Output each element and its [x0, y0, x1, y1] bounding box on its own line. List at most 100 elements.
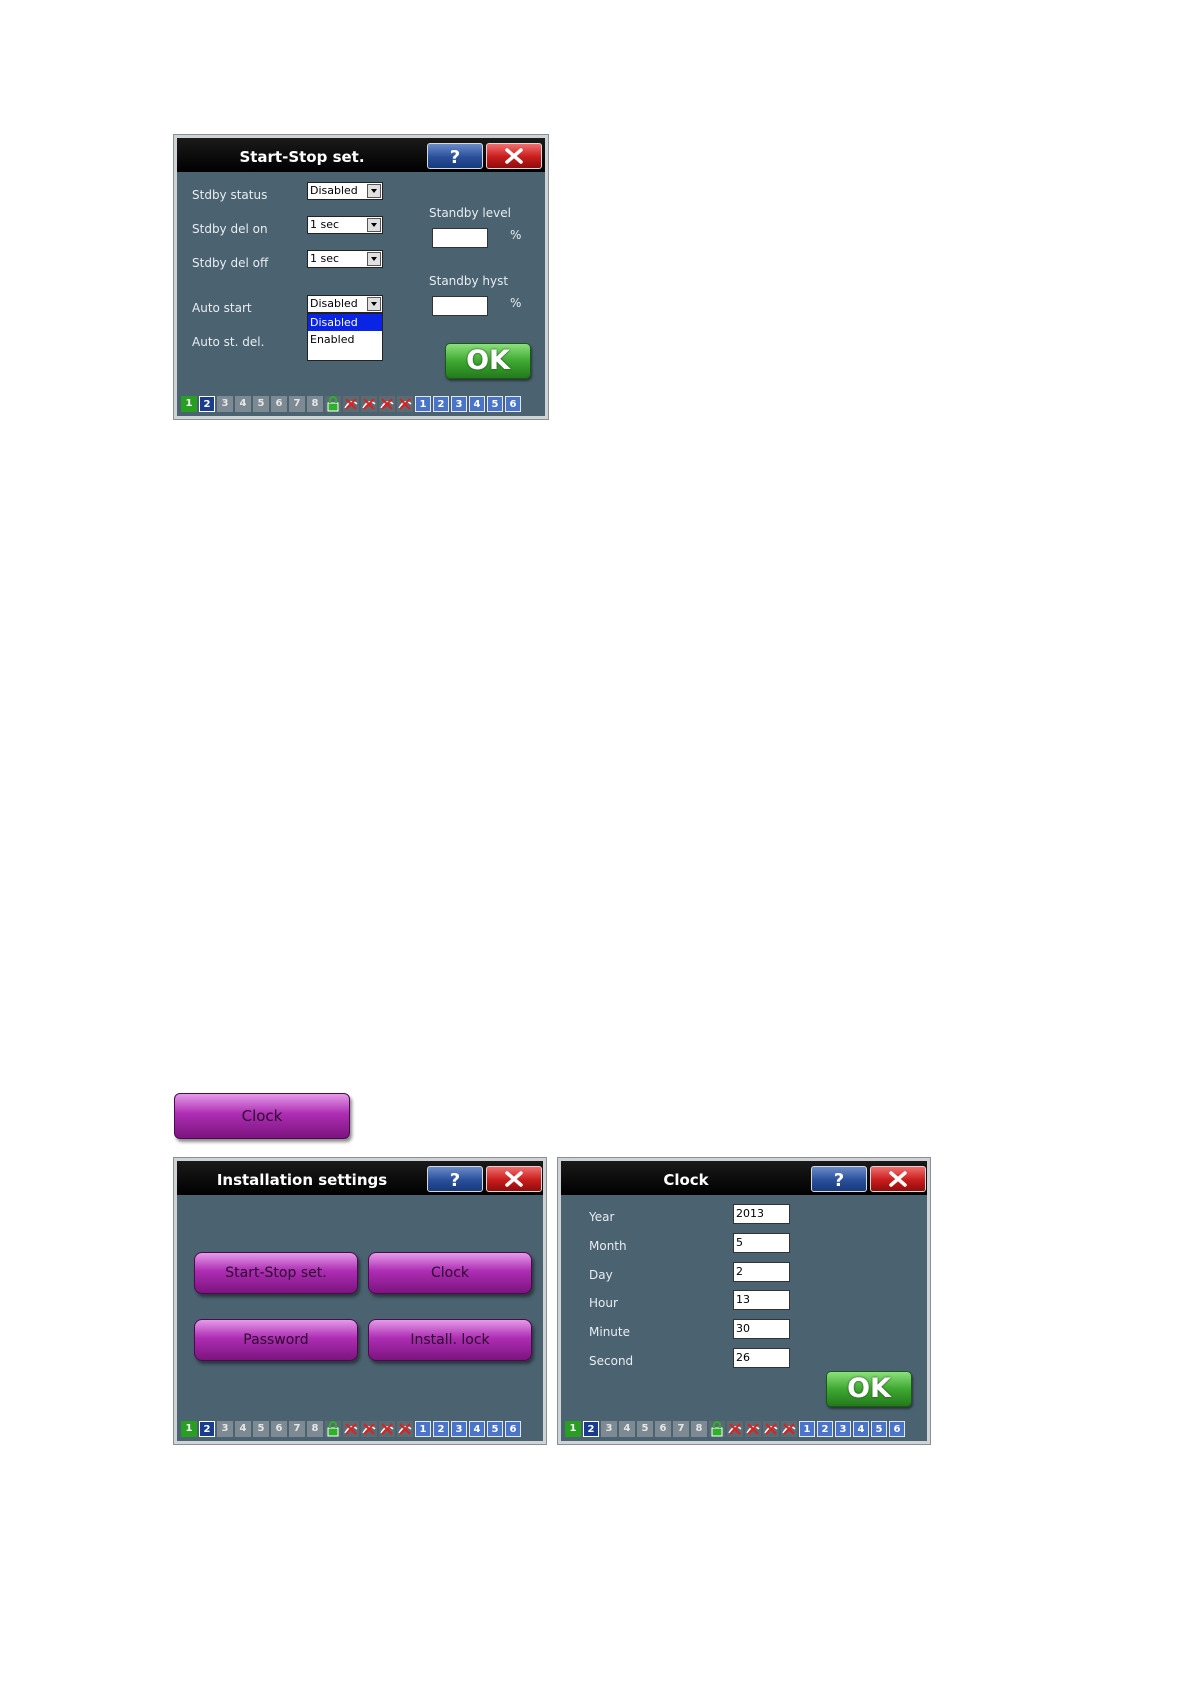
close-x-icon: [505, 1171, 523, 1187]
question-mark-icon: ?: [450, 1170, 460, 1191]
crossed-wire-icon: [781, 1421, 797, 1437]
status-indicator: 1: [799, 1421, 815, 1437]
window-title: Clock: [663, 1171, 709, 1189]
year-input[interactable]: 2013: [733, 1204, 790, 1224]
status-indicator: 7: [289, 396, 305, 412]
status-indicator: 1: [181, 1421, 197, 1437]
month-label: Month: [589, 1239, 627, 1253]
status-indicator: 8: [691, 1421, 707, 1437]
crossed-wire-icon: [379, 396, 395, 412]
help-button[interactable]: ?: [427, 1166, 483, 1192]
status-indicator: 8: [307, 1421, 323, 1437]
status-indicator: 5: [871, 1421, 887, 1437]
status-indicator: 6: [505, 396, 521, 412]
standby-level-label: Standby level: [429, 206, 511, 220]
clock-menu-button[interactable]: Clock: [174, 1093, 350, 1139]
clock-button[interactable]: Clock: [368, 1252, 532, 1294]
chevron-down-icon[interactable]: [367, 184, 381, 198]
status-indicator: 6: [889, 1421, 905, 1437]
stdby-status-label: Stdby status: [192, 188, 268, 202]
question-mark-icon: ?: [450, 147, 460, 168]
svg-text:?: ?: [834, 1170, 844, 1191]
status-indicator: 4: [853, 1421, 869, 1437]
help-button[interactable]: ?: [811, 1166, 867, 1192]
stdby-del-on-label: Stdby del on: [192, 222, 268, 236]
status-indicator: 1: [565, 1421, 581, 1437]
start-stop-set-button[interactable]: Start-Stop set.: [194, 1252, 358, 1294]
auto-start-select[interactable]: Disabled: [307, 295, 383, 313]
status-indicator: 5: [487, 396, 503, 412]
auto-st-del-label: Auto st. del.: [192, 335, 265, 349]
installation-settings-window: Installation settings ? Start-Stop set. …: [174, 1158, 546, 1444]
status-indicator: 4: [619, 1421, 635, 1437]
crossed-wire-icon: [361, 396, 377, 412]
stdby-del-off-select[interactable]: 1 sec: [307, 250, 383, 268]
window-title: Installation settings: [216, 1171, 388, 1189]
auto-start-label: Auto start: [192, 301, 252, 315]
auto-start-value: Disabled: [310, 297, 358, 310]
status-indicator: 2: [817, 1421, 833, 1437]
stdby-del-off-value: 1 sec: [310, 252, 340, 265]
title-bar: Clock ?: [561, 1161, 927, 1195]
hour-label: Hour: [589, 1296, 618, 1310]
status-indicator: 3: [451, 1421, 467, 1437]
help-button[interactable]: ?: [427, 143, 483, 169]
day-label: Day: [589, 1268, 613, 1282]
month-input[interactable]: 5: [733, 1233, 790, 1253]
minute-input[interactable]: 30: [733, 1319, 790, 1339]
status-indicator: 2: [199, 1421, 215, 1437]
status-indicator: 6: [271, 396, 287, 412]
crossed-wire-icon: [397, 396, 413, 412]
svg-text:?: ?: [450, 147, 460, 168]
start-stop-window: Start-Stop set. ? Stdby status Disabled …: [174, 135, 548, 419]
status-indicator: 2: [433, 1421, 449, 1437]
stdby-del-on-select[interactable]: 1 sec: [307, 216, 383, 234]
crossed-wire-icon: [397, 1421, 413, 1437]
status-bar: 12345678123456: [181, 395, 523, 413]
crossed-wire-icon: [343, 396, 359, 412]
standby-hyst-unit: %: [510, 296, 522, 310]
chevron-down-icon[interactable]: [367, 218, 381, 232]
dropdown-option-disabled[interactable]: Disabled: [308, 314, 382, 331]
title-bar: Start-Stop set. ?: [177, 138, 545, 172]
status-indicator: 2: [583, 1421, 599, 1437]
svg-text:?: ?: [450, 1170, 460, 1191]
install-lock-button[interactable]: Install. lock: [368, 1319, 532, 1361]
close-button[interactable]: [486, 1166, 542, 1192]
year-label: Year: [589, 1210, 615, 1224]
status-indicator: 5: [253, 396, 269, 412]
stdby-del-on-value: 1 sec: [310, 218, 340, 231]
standby-hyst-input[interactable]: [432, 296, 488, 316]
status-indicator: 3: [217, 396, 233, 412]
close-button[interactable]: [486, 143, 542, 169]
second-label: Second: [589, 1354, 634, 1368]
hour-input[interactable]: 13: [733, 1290, 790, 1310]
close-x-icon: [505, 148, 523, 164]
status-indicator: 5: [253, 1421, 269, 1437]
chevron-down-icon[interactable]: [367, 297, 381, 311]
dropdown-option-enabled[interactable]: Enabled: [308, 331, 382, 348]
crossed-wire-icon: [343, 1421, 359, 1437]
auto-start-dropdown: Disabled Enabled: [307, 313, 383, 361]
question-mark-icon: ?: [834, 1170, 844, 1191]
standby-level-input[interactable]: [432, 228, 488, 248]
window-title: Start-Stop set.: [239, 148, 365, 166]
stdby-status-select[interactable]: Disabled: [307, 182, 383, 200]
close-button[interactable]: [870, 1166, 926, 1192]
day-input[interactable]: 2: [733, 1262, 790, 1282]
status-indicator: 7: [289, 1421, 305, 1437]
crossed-wire-icon: [745, 1421, 761, 1437]
status-indicator: 7: [673, 1421, 689, 1437]
title-bar: Installation settings ?: [177, 1161, 543, 1195]
status-indicator: 6: [505, 1421, 521, 1437]
status-indicator: 2: [433, 396, 449, 412]
status-indicator: 4: [469, 1421, 485, 1437]
ok-button[interactable]: OK: [826, 1371, 912, 1407]
standby-hyst-label: Standby hyst: [429, 274, 509, 288]
ok-button[interactable]: OK: [445, 343, 531, 379]
second-input[interactable]: 26: [733, 1348, 790, 1368]
clock-window: Clock ? Year 2013 Month 5 Day 2 Hour 13 …: [558, 1158, 930, 1444]
chevron-down-icon[interactable]: [367, 252, 381, 266]
status-indicator: 6: [271, 1421, 287, 1437]
password-button[interactable]: Password: [194, 1319, 358, 1361]
